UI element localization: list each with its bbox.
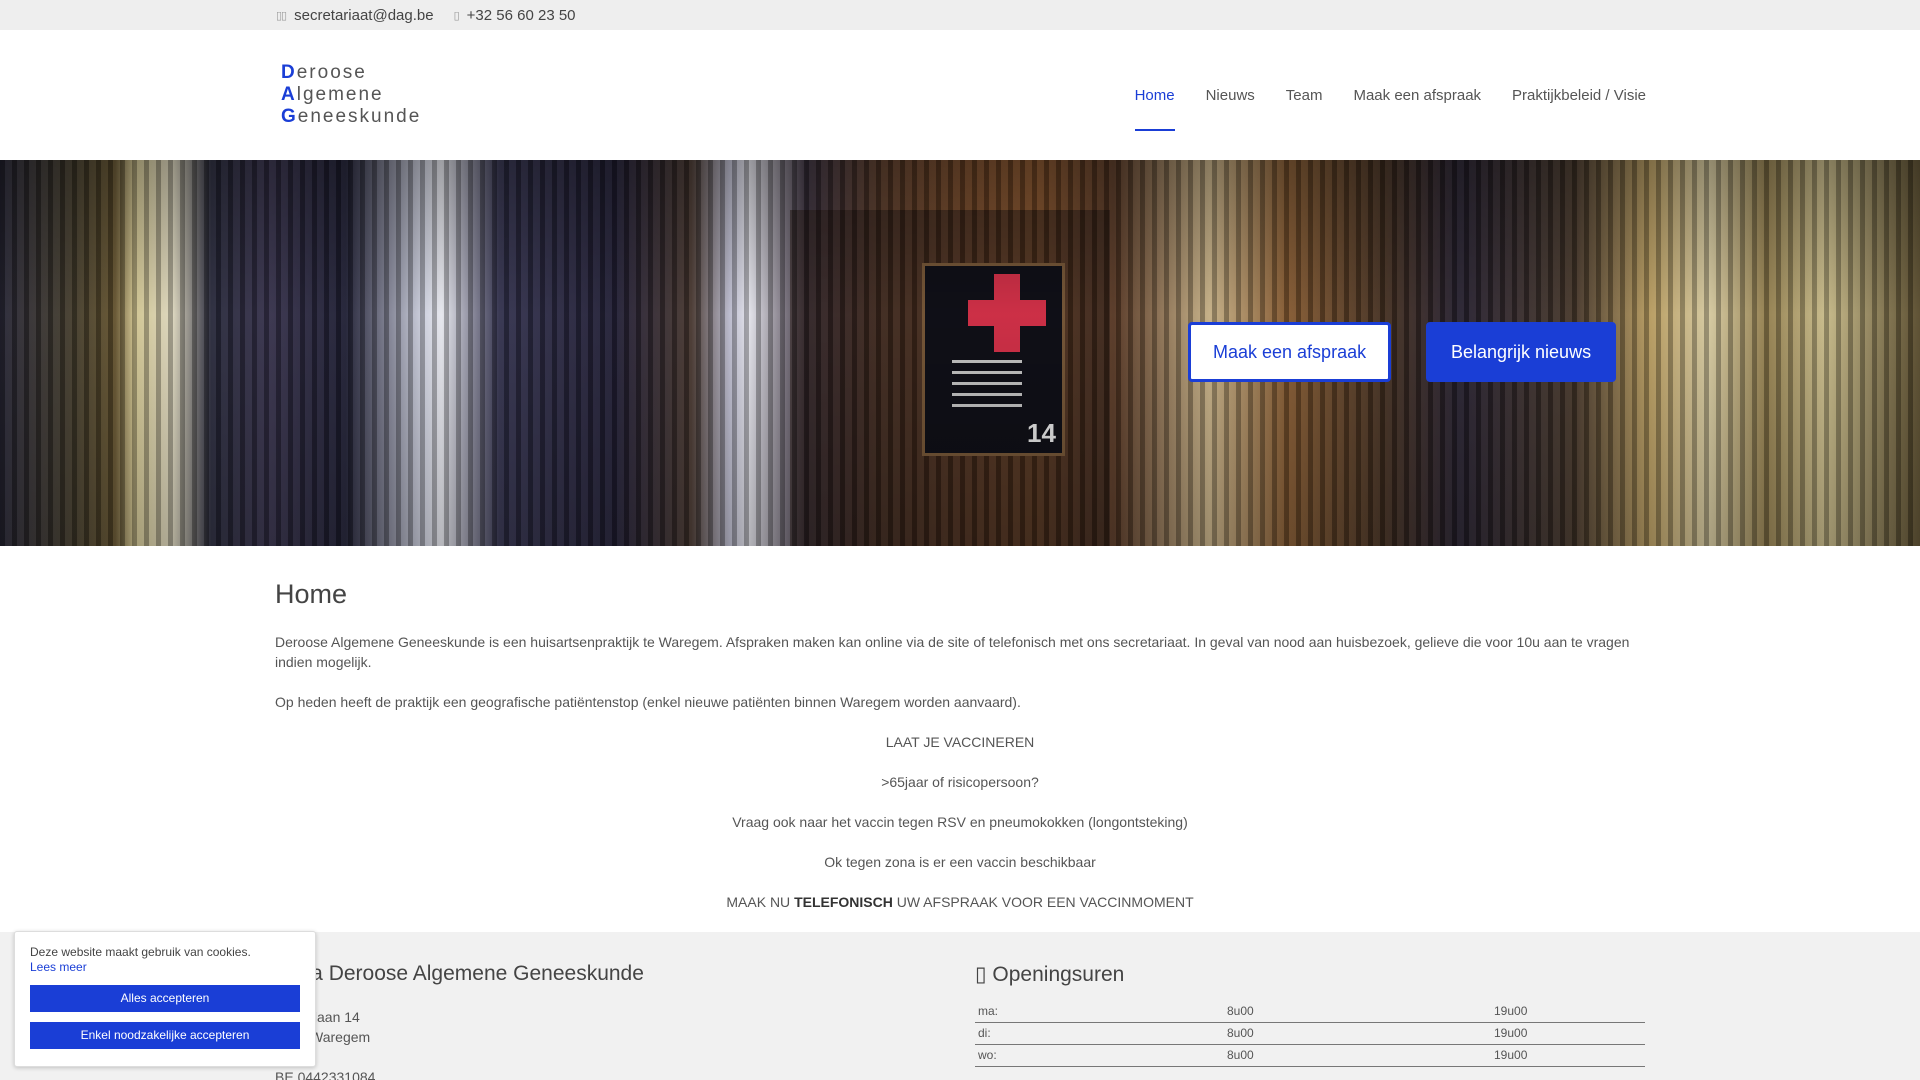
nav-item-praktijkbeleid[interactable]: Praktijkbeleid / Visie [1512,79,1646,112]
logo-letter-d: D [281,62,297,83]
page-title: Home [275,579,348,609]
hours-open: 8u00 [1224,1044,1491,1067]
cookie-banner: Deze website maakt gebruik van cookies. … [14,931,316,1067]
table-row: wo: 8u00 19u00 [975,1044,1645,1067]
hours-close: 19u00 [1491,1022,1645,1045]
logo-letter-g: G [281,106,298,127]
phone-contact[interactable]: ▯ +32 56 60 23 50 [454,7,576,24]
hero-shade [0,160,1920,546]
logo-letter-a: A [281,84,297,105]
cookie-read-more-link[interactable]: Lees meer [30,960,300,975]
cta-pre: MAAK NU [726,894,795,910]
hero-appointment-button[interactable]: Maak een afspraak [1188,322,1392,382]
vaccine-rsv: Vraag ook naar het vaccin tegen RSV en p… [732,814,1188,830]
top-contact-bar: ▯▯ secretariaat@dag.be ▯ +32 56 60 23 50 [0,0,1920,30]
site-header: Deroose Algemene Geneeskunde Home Nieuws… [0,30,1920,160]
vaccine-target: >65jaar of risicopersoon? [881,774,1039,790]
table-row: ma: 8u00 19u00 [975,1001,1645,1023]
cta-post: UW AFSPRAAK VOOR EEN VACCINMOMENT [892,894,1194,910]
patient-stop-paragraph: Op heden heeft de praktijk een geografis… [275,694,1021,710]
hero-news-button[interactable]: Belangrijk nieuws [1426,322,1617,382]
hours-day: di: [975,1022,1224,1045]
footer-hours: ▯ Openingsuren ma: 8u00 19u00 di: 8u00 19u00… [975,962,1645,1067]
accept-all-cookies-button[interactable]: Alles accepteren [30,985,300,1012]
hours-day: ma: [975,1001,1224,1023]
hours-open: 8u00 [1224,1022,1491,1045]
address-street: Hemilllaan 14 [275,1009,360,1025]
hours-close: 19u00 [1491,1044,1645,1067]
hero-banner: 14 Maak een afspraak Belangrijk nieuws [0,160,1920,546]
phone-text: +32 56 60 23 50 [466,6,576,24]
vaccine-zona: Ok tegen zona is er een vaccin beschikba… [824,854,1096,870]
cta-bold: TELEFONISCH [794,894,893,910]
logo-word-2: lgemene [296,84,384,105]
nav-item-nieuws[interactable]: Nieuws [1206,79,1255,112]
hours-table: ma: 8u00 19u00 di: 8u00 19u00 wo: 8u00 19u00 [975,1001,1645,1067]
email-text: secretariaat@dag.be [294,6,434,24]
site-logo[interactable]: Deroose Algemene Geneeskunde [281,62,421,128]
accept-necessary-cookies-button[interactable]: Enkel noodzakelijke accepteren [30,1022,300,1049]
vaccine-heading: LAAT JE VACCINEREN [885,734,1035,750]
clock-icon: ▯ [975,963,987,986]
envelope-icon: ▯▯ [276,9,287,22]
hours-open: 8u00 [1224,1001,1491,1023]
hours-title: ▯ Openingsuren [975,962,1645,987]
logo-word-3: eneeskunde [297,106,422,127]
address-city: 8790 Waregem [275,1029,371,1045]
logo-word-1: eroose [296,62,367,83]
nav-item-home[interactable]: Home [1134,79,1175,131]
address-country: België [275,1047,915,1067]
hours-title-text: Openingsuren [992,963,1125,986]
cookie-text: Deze website maakt gebruik van cookies. [30,945,251,959]
nav-item-team[interactable]: Team [1286,79,1323,112]
table-row: di: 8u00 19u00 [975,1022,1645,1045]
intro-paragraph: Deroose Algemene Geneeskunde is een huis… [275,634,1630,670]
hours-close: 19u00 [1491,1001,1645,1023]
main-content: Home Deroose Algemene Geneeskunde is een… [275,546,1645,932]
phone-icon: ▯ [453,9,460,22]
footer-address: Bvba Deroose Algemene Geneeskunde Hemill… [275,962,915,1080]
address-vat: BE 0442331084 [275,1069,376,1080]
vaccine-cta: MAAK NU TELEFONISCH UW AFSPRAAK VOOR EEN… [275,892,1645,912]
nav-item-afspraak[interactable]: Maak een afspraak [1353,79,1481,112]
footer-company-title: Bvba Deroose Algemene Geneeskunde [275,962,644,985]
email-contact[interactable]: ▯▯ secretariaat@dag.be [276,7,434,24]
main-nav: Home Nieuws Team Maak een afspraak Prakt… [1104,30,1646,160]
hours-day: wo: [975,1044,1224,1067]
